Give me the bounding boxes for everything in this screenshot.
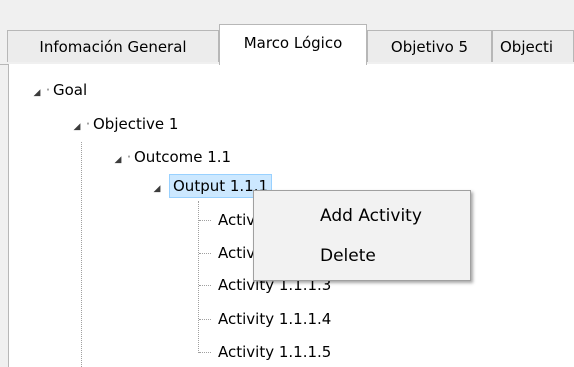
tree-node-label: Outcome 1.1	[134, 148, 232, 166]
tree-node-label: Goal	[53, 81, 88, 99]
expanded-triangle-icon[interactable]: ◢	[71, 114, 83, 140]
tree-dot-icon: ·	[85, 115, 91, 133]
tree-branch-line	[199, 319, 211, 320]
tab-objetivo-5[interactable]: Objetivo 5	[367, 30, 492, 62]
tree-node-goal[interactable]: ◢ · Goal	[31, 77, 88, 106]
tree-dot-icon: ·	[126, 148, 132, 166]
context-menu: Add Activity Delete	[253, 190, 471, 281]
tab-bar: Infomación General Marco Lógico Objetivo…	[0, 20, 574, 65]
tree-node-activity[interactable]: Activity 1.1.1.5	[218, 339, 331, 365]
tree-node-activity[interactable]: Activity 1.1.1.4	[218, 306, 331, 332]
tree-branch-line	[199, 220, 211, 221]
tree-branch-line	[199, 285, 211, 286]
expanded-triangle-icon[interactable]: ◢	[151, 176, 163, 202]
menu-item-delete[interactable]: Delete	[254, 237, 470, 275]
tree-node-outcome[interactable]: ◢ · Outcome 1.1	[112, 144, 232, 173]
tree-branch-line	[199, 352, 211, 353]
expanded-triangle-icon[interactable]: ◢	[31, 80, 43, 106]
menu-item-label: Add Activity	[320, 206, 422, 226]
tree-node-label: Objective 1	[93, 115, 179, 133]
menu-item-add-activity[interactable]: Add Activity	[254, 197, 470, 235]
tab-informacion-general[interactable]: Infomación General	[7, 30, 219, 62]
tree-dot-icon: ·	[45, 81, 51, 99]
menu-item-label: Delete	[320, 246, 376, 266]
tab-marco-logico[interactable]: Marco Lógico	[219, 24, 367, 65]
tree-guide-line	[81, 142, 82, 367]
tree-guide-line	[198, 201, 199, 353]
tab-objective-truncated[interactable]: Objecti	[492, 30, 574, 62]
expanded-triangle-icon[interactable]: ◢	[112, 147, 124, 173]
tree-node-objective[interactable]: ◢ · Objective 1	[71, 111, 179, 140]
tree-branch-line	[199, 253, 211, 254]
window-top-strip	[0, 0, 574, 20]
